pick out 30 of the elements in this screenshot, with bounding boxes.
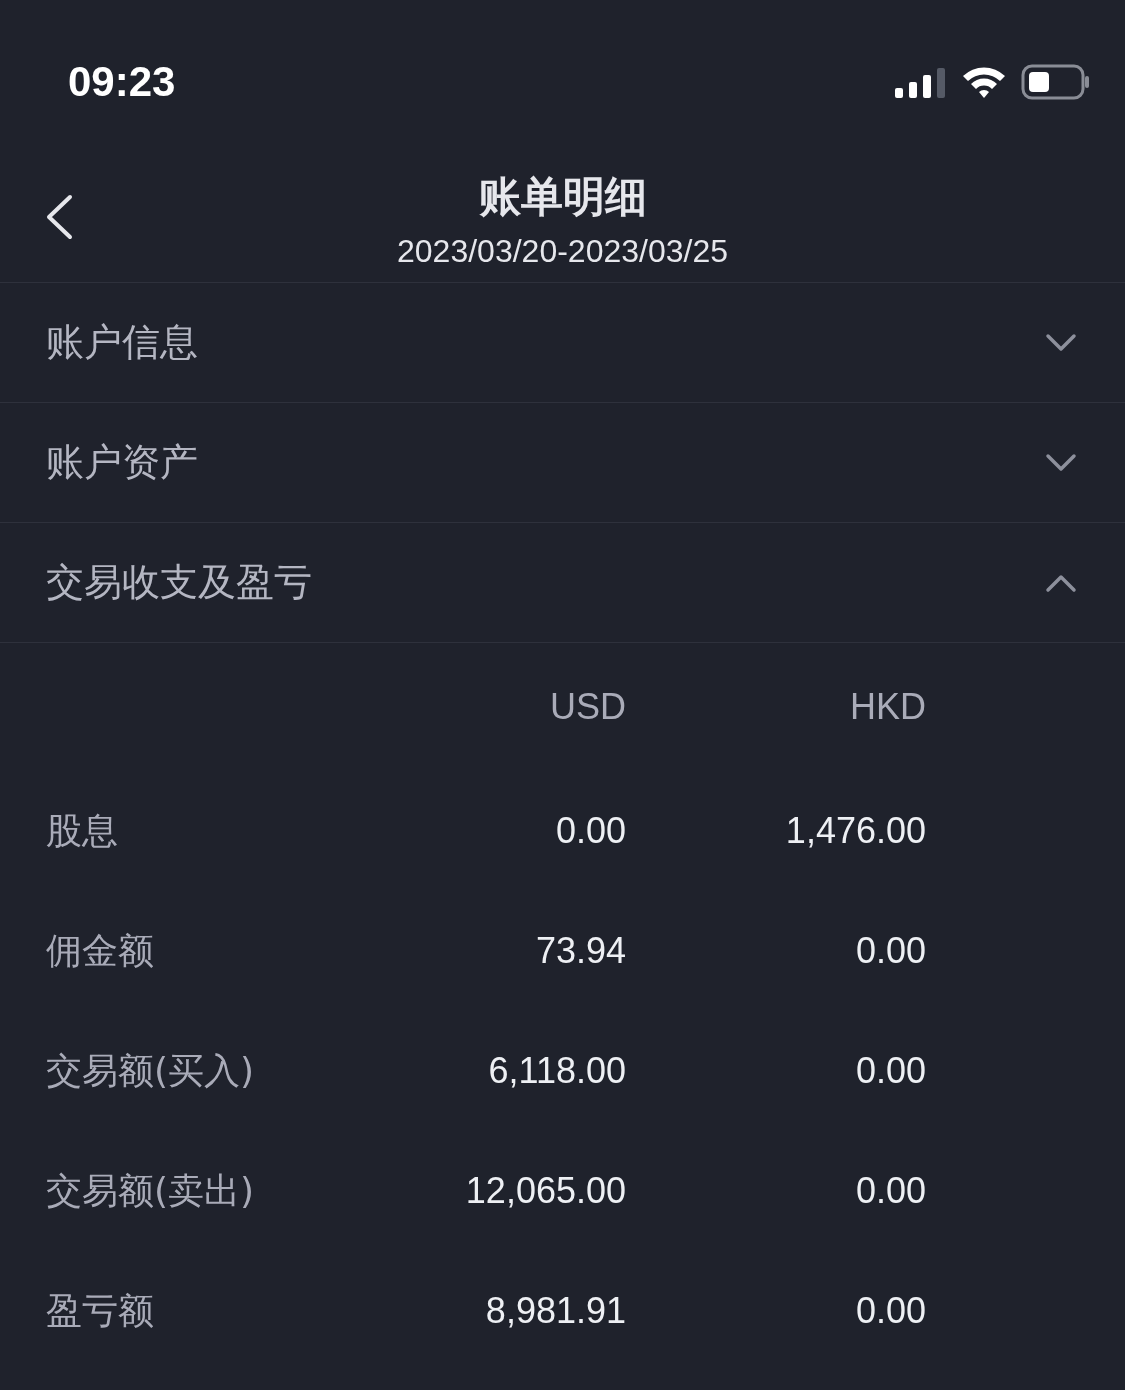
table-cell-text: 8,981.91 [484, 1290, 626, 1332]
page-title: 账单明细 [478, 172, 647, 222]
column-header: USD [549, 686, 626, 728]
battery-icon [1021, 64, 1091, 100]
chevron-icon [1045, 572, 1077, 593]
chevron-icon [1045, 332, 1077, 353]
row-label: 佣金额 [46, 928, 155, 973]
section-header[interactable]: 账户资产 [0, 403, 1125, 523]
signal-icon [895, 66, 947, 98]
row-label: 交易额(卖出) [46, 1168, 256, 1213]
table-cell-text: 6,118.00 [487, 1050, 626, 1092]
table-cell-text: 12,065.00 [464, 1170, 626, 1212]
back-icon[interactable] [44, 194, 74, 240]
status-time: 09:23 [68, 58, 176, 106]
wifi-icon [961, 65, 1007, 99]
section-header[interactable]: 交易收支及盈亏 [0, 523, 1125, 643]
row-label: 股息 [46, 808, 119, 853]
row-label: 盈亏额 [46, 1288, 155, 1333]
table-cell-text: 0.00 [854, 1050, 926, 1092]
table-cell-text: 0.00 [554, 810, 626, 852]
column-header: HKD [849, 686, 926, 728]
chevron-icon [1045, 452, 1077, 473]
date-range: 2023/03/20-2023/03/25 [397, 232, 728, 270]
table-cell-text: 0.00 [854, 930, 926, 972]
section-header[interactable]: 账户信息 [0, 283, 1125, 403]
table-cell-text: 0.00 [854, 1170, 926, 1212]
table-cell-text: 0.00 [854, 1290, 926, 1332]
table-cell-text: 1,476.00 [784, 810, 926, 852]
row-label: 交易额(买入) [46, 1048, 256, 1093]
table-cell-text: 73.94 [534, 930, 626, 972]
